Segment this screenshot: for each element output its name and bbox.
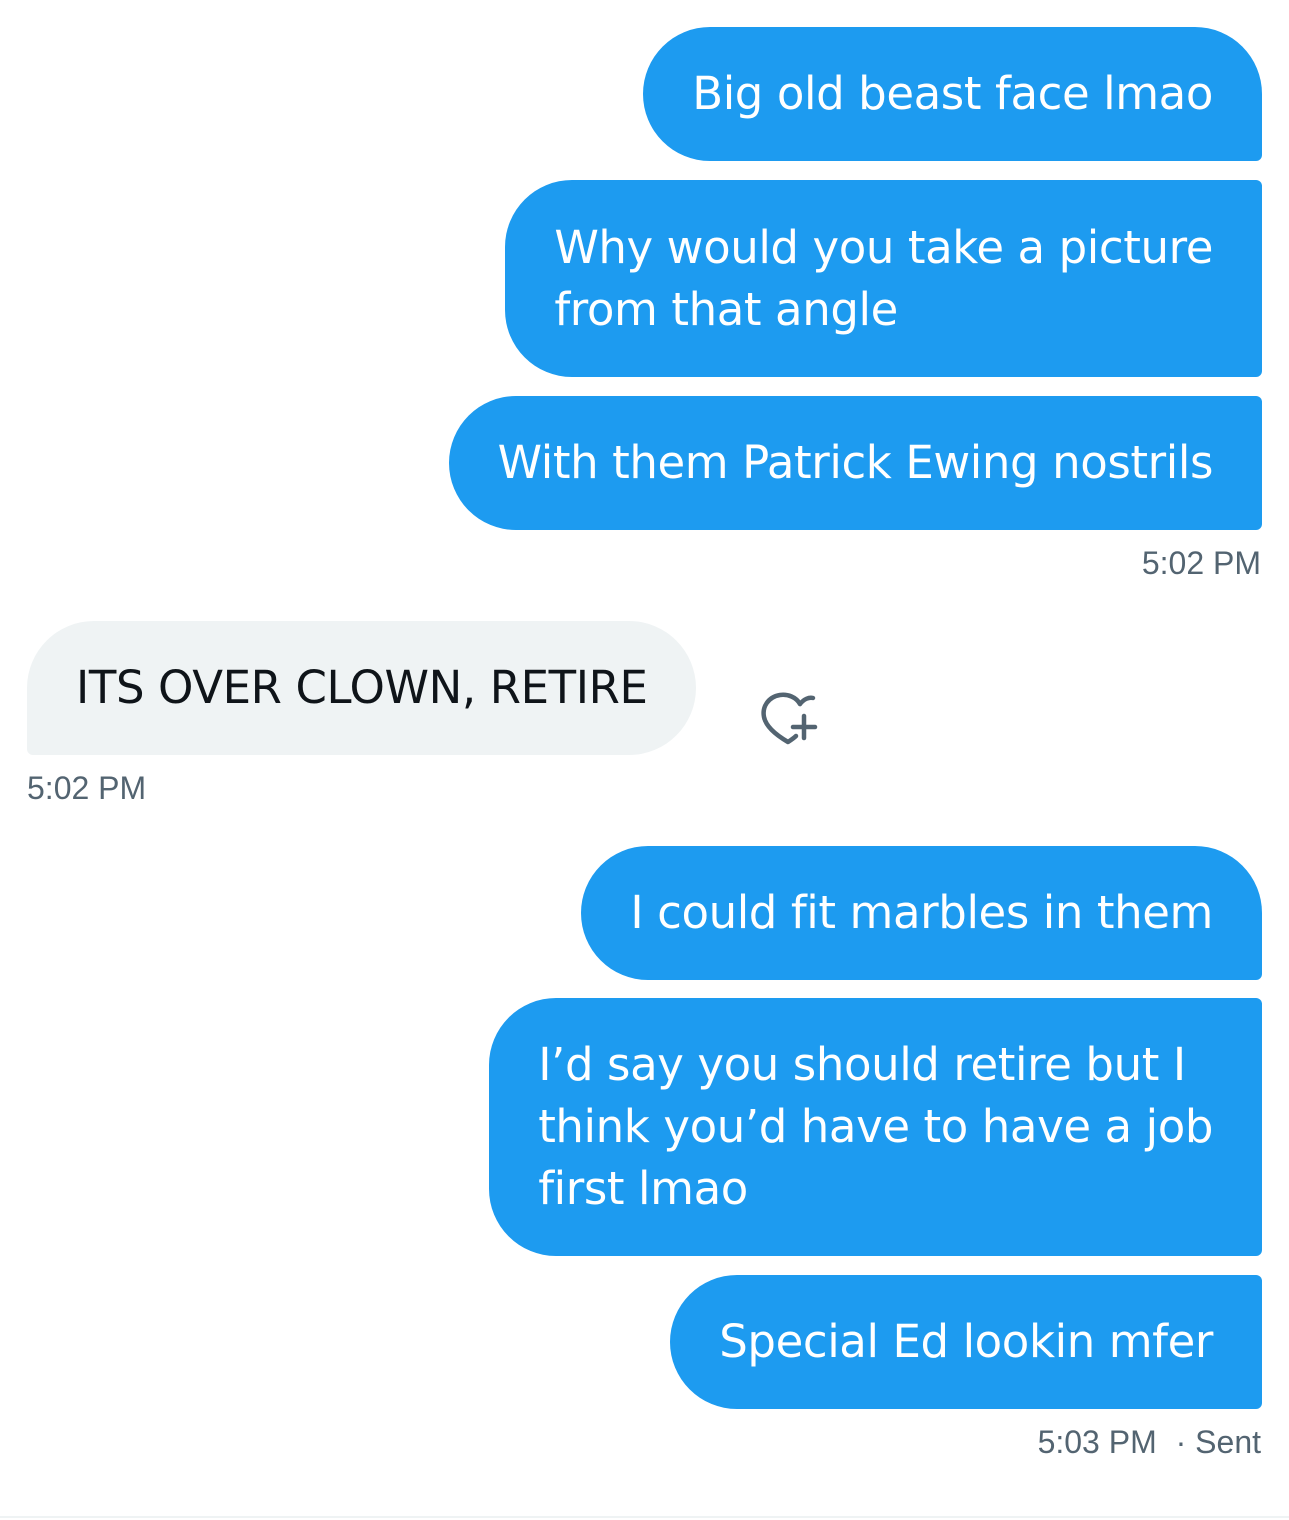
message-timestamp-row: 5:03 PM · Sent [1038,1422,1261,1462]
received-message-bubble[interactable]: ITS OVER CLOWN, RETIRE [27,621,697,755]
message-text: I could fit marbles in them [630,886,1213,939]
sent-message-bubble[interactable]: Special Ed lookin mfer [670,1275,1262,1409]
message-text: Big old beast face lmao [692,67,1213,120]
message-text-line: Why would you take a picture [554,220,1213,274]
message-text-line: from that angle [554,282,898,336]
sent-message-bubble[interactable]: Big old beast face lmao [643,27,1262,161]
message-timestamp: 5:02 PM [1141,545,1261,581]
message-timestamp: 5:02 PM [27,770,147,806]
message-text: With them Patrick Ewing nostrils [497,436,1214,489]
message-text-line: think you’d have to have a job [538,1100,1213,1153]
message-text-line: first lmao [538,1162,748,1215]
heart-plus-icon [761,692,818,745]
divider [0,1516,1289,1518]
sent-message-bubble[interactable]: I could fit marbles in them [581,846,1262,980]
message-text: Special Ed lookin mfer [719,1315,1213,1368]
sent-message-bubble[interactable]: I’d say you should retire but I think yo… [489,998,1262,1256]
message-text: ITS OVER CLOWN, RETIRE [76,661,648,714]
message-timestamp: 5:03 PM [1037,1424,1157,1460]
message-text-line: I’d say you should retire but I [538,1038,1186,1091]
sent-message-bubble[interactable]: Why would you take a picture from that a… [505,180,1262,377]
delivery-status: · Sent [1175,1424,1261,1460]
sent-message-bubble[interactable]: With them Patrick Ewing nostrils [448,396,1262,530]
add-reaction-button[interactable] [756,690,824,748]
dm-conversation: Big old beast face lmao Why would you ta… [0,0,1289,1520]
